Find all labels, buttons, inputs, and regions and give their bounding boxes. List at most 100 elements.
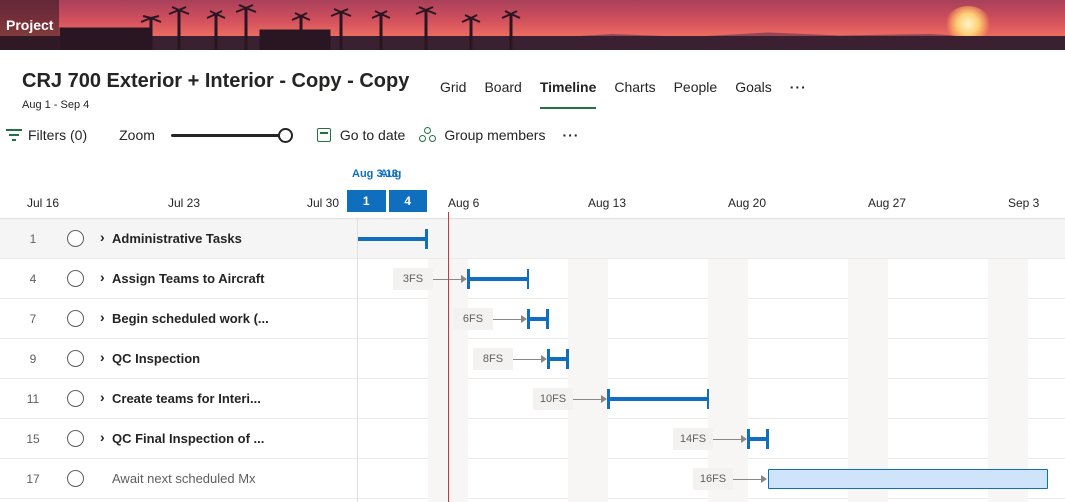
calendar-icon xyxy=(316,128,331,142)
summary-task-bar[interactable] xyxy=(358,229,428,249)
dependency-label: 3FS xyxy=(393,268,433,290)
toolbar-more-button[interactable]: ··· xyxy=(562,127,579,143)
go-to-date-button[interactable]: Go to date xyxy=(316,127,406,143)
expand-chevron-icon[interactable]: › xyxy=(100,269,105,285)
go-to-date-label: Go to date xyxy=(339,127,406,143)
current-range-marker[interactable]: 1 4 xyxy=(347,190,427,212)
task-name[interactable]: QC Final Inspection of ... xyxy=(112,431,264,446)
task-name[interactable]: Await next scheduled Mx xyxy=(112,471,256,486)
today-caption: Aug 3.13 Aug xyxy=(352,168,402,180)
expand-chevron-icon[interactable]: › xyxy=(100,349,105,365)
date-label: Aug 6 xyxy=(448,196,480,210)
task-row[interactable]: 17 Await next scheduled Mx xyxy=(0,459,357,499)
summary-task-bar[interactable] xyxy=(607,389,709,409)
complete-task-checkbox[interactable] xyxy=(67,270,84,287)
task-name[interactable]: Create teams for Interi... xyxy=(112,391,261,406)
expand-chevron-icon[interactable]: › xyxy=(100,309,105,325)
bar-end-cap xyxy=(425,229,428,249)
task-name[interactable]: QC Inspection xyxy=(112,351,200,366)
dependency-label: 6FS xyxy=(453,308,493,330)
plan-dates: Aug 1 - Sep 4 xyxy=(22,99,90,111)
view-tabs: Grid Board Timeline Charts People Goals … xyxy=(440,78,825,109)
task-name[interactable]: Assign Teams to Aircraft xyxy=(112,271,264,286)
range-end-day: 4 xyxy=(388,190,427,212)
tab-goals[interactable]: Goals xyxy=(735,78,772,109)
filters-label: Filters (0) xyxy=(28,127,88,143)
summary-task-bar[interactable] xyxy=(467,269,529,289)
task-number: 7 xyxy=(29,312,37,326)
bar-start-cap xyxy=(547,349,550,369)
zoom-slider-track xyxy=(170,134,285,137)
weekend-shading xyxy=(708,259,748,502)
project-banner: Project xyxy=(0,0,1065,50)
task-row[interactable]: 7 › Begin scheduled work (... xyxy=(0,299,357,339)
date-label: Jul 23 xyxy=(168,196,201,210)
complete-task-checkbox[interactable] xyxy=(67,430,84,447)
date-label: Aug 27 xyxy=(868,196,907,210)
expand-chevron-icon[interactable]: › xyxy=(100,389,105,405)
group-members-label: Group members xyxy=(444,127,546,143)
bar-end-cap xyxy=(566,349,569,369)
tabs-more-button[interactable]: ··· xyxy=(790,78,807,109)
dependency-label: 8FS xyxy=(473,348,513,370)
filter-icon xyxy=(6,129,22,141)
dependency-arrow xyxy=(573,395,607,403)
timeline-canvas[interactable] xyxy=(357,219,1065,502)
date-label: Jul 30 xyxy=(307,196,340,210)
weekend-shading xyxy=(568,259,608,502)
today-line xyxy=(448,212,449,502)
expand-chevron-icon[interactable]: › xyxy=(100,229,105,245)
task-name[interactable]: Begin scheduled work (... xyxy=(112,311,269,326)
bar-start-cap xyxy=(607,389,610,409)
plan-title[interactable]: CRJ 700 Exterior + Interior - Copy - Cop… xyxy=(22,70,409,93)
zoom-slider[interactable] xyxy=(170,127,293,143)
task-bar[interactable] xyxy=(768,469,1048,489)
task-row[interactable]: 1 › Administrative Tasks xyxy=(0,219,357,259)
task-number: 11 xyxy=(26,392,40,406)
summary-task-bar[interactable] xyxy=(527,309,549,329)
complete-task-checkbox[interactable] xyxy=(67,230,84,247)
dependency-arrow xyxy=(713,435,747,443)
bar-end-cap xyxy=(527,269,529,289)
zoom-slider-thumb[interactable] xyxy=(277,128,293,143)
tab-grid[interactable]: Grid xyxy=(440,78,466,109)
date-label: Sep 3 xyxy=(1008,196,1040,210)
date-label: Jul 16 xyxy=(27,196,60,210)
bar-start-cap xyxy=(467,269,470,289)
tab-charts[interactable]: Charts xyxy=(614,78,655,109)
grid-timeline-divider xyxy=(357,219,358,502)
task-row[interactable]: 4 › Assign Teams to Aircraft xyxy=(0,259,357,299)
complete-task-checkbox[interactable] xyxy=(67,350,84,367)
task-row[interactable]: 11 › Create teams for Interi... xyxy=(0,379,357,419)
zoom-label: Zoom xyxy=(119,127,155,143)
filters-button[interactable]: Filters (0) xyxy=(6,127,87,143)
summary-task-bar[interactable] xyxy=(547,349,569,369)
summary-task-bar[interactable] xyxy=(747,429,769,449)
complete-task-checkbox[interactable] xyxy=(67,390,84,407)
dependency-arrow xyxy=(733,475,767,483)
dependency-label: 16FS xyxy=(693,468,733,490)
task-number: 4 xyxy=(29,272,37,286)
dependency-label: 14FS xyxy=(673,428,713,450)
complete-task-checkbox[interactable] xyxy=(67,310,84,327)
task-row[interactable]: 15 › QC Final Inspection of ... xyxy=(0,419,357,459)
palm-trees-silhouette xyxy=(59,4,521,50)
tab-people[interactable]: People xyxy=(674,78,718,109)
today-caption-b: Aug xyxy=(380,168,402,180)
tab-timeline[interactable]: Timeline xyxy=(539,78,596,109)
task-row[interactable]: 9 › QC Inspection xyxy=(0,339,357,379)
tab-board[interactable]: Board xyxy=(484,78,521,109)
weekend-shading xyxy=(988,259,1028,502)
task-number: 1 xyxy=(29,232,37,246)
banner-title: Project xyxy=(0,0,60,50)
range-start-day: 1 xyxy=(347,190,386,212)
bar-end-cap xyxy=(707,389,709,409)
task-number: 9 xyxy=(29,352,37,366)
bar-start-cap xyxy=(527,309,530,329)
complete-task-checkbox[interactable] xyxy=(67,470,84,487)
date-label: Aug 13 xyxy=(588,196,627,210)
task-name[interactable]: Administrative Tasks xyxy=(112,231,242,246)
expand-chevron-icon[interactable]: › xyxy=(100,429,105,445)
group-members-button[interactable]: Group members xyxy=(419,127,545,143)
task-number: 15 xyxy=(26,432,40,446)
